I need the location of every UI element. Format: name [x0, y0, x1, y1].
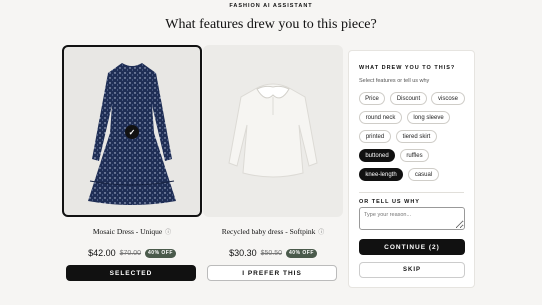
discount-badge: 40% OFF: [286, 248, 317, 258]
feature-panel: WHAT DREW YOU TO THIS? Select features o…: [348, 50, 475, 288]
reason-input[interactable]: [359, 207, 465, 230]
continue-button[interactable]: CONTINUE (2): [359, 239, 465, 255]
product-name: Mosaic Dress - Unique: [92, 227, 163, 236]
sale-price: $42.00: [88, 248, 116, 258]
chip-price[interactable]: Price: [359, 92, 385, 105]
product-image[interactable]: ✓: [62, 45, 202, 217]
chip-casual[interactable]: casual: [408, 168, 439, 181]
prefer-this-button[interactable]: I PREFER THIS: [207, 265, 337, 281]
original-price: $50.50: [260, 249, 283, 257]
chip-long-sleeve[interactable]: long sleeve: [407, 111, 450, 124]
chip-printed[interactable]: printed: [359, 130, 391, 143]
chip-knee-length[interactable]: knee-length: [359, 168, 403, 181]
or-tell-us-label: OR TELL US WHY: [359, 199, 420, 205]
info-icon[interactable]: ⓘ: [165, 230, 171, 236]
panel-subtitle: Select features or tell us why: [359, 78, 430, 84]
chip-round-neck[interactable]: round neck: [359, 111, 402, 124]
selected-button[interactable]: SELECTED: [66, 265, 196, 281]
chip-viscose[interactable]: viscose: [431, 92, 465, 105]
info-icon[interactable]: ⓘ: [318, 230, 324, 236]
original-price: $70.00: [119, 249, 142, 257]
panel-title: WHAT DREW YOU TO THIS?: [359, 65, 456, 71]
skip-button[interactable]: SKIP: [359, 262, 465, 278]
chip-discount[interactable]: Discount: [390, 92, 427, 105]
panel-divider: [359, 192, 464, 193]
white-dress-illustration: [228, 83, 318, 178]
product-card-baby-dress[interactable]: Recycled baby dress - Softpink ⓘ $30.30 …: [203, 45, 343, 281]
product-card-mosaic[interactable]: ✓ Mosaic Dress - Unique ⓘ $42.00 $70.00 …: [62, 45, 202, 281]
app-eyebrow: FASHION AI ASSISTANT: [229, 3, 313, 9]
selected-check-icon: ✓: [125, 125, 139, 139]
sale-price: $30.30: [229, 248, 257, 258]
chip-ruffles[interactable]: ruffles: [400, 149, 429, 162]
product-name: Recycled baby dress - Softpink: [221, 227, 316, 236]
discount-badge: 40% OFF: [145, 248, 176, 258]
price-row: $30.30 $50.50 40% OFF: [203, 248, 343, 258]
chip-tiered-skirt[interactable]: tiered skirt: [396, 130, 437, 143]
product-image[interactable]: [203, 45, 343, 217]
page-title: What features drew you to this piece?: [165, 17, 377, 32]
chip-buttoned[interactable]: buttoned: [359, 149, 395, 162]
price-row: $42.00 $70.00 40% OFF: [62, 248, 202, 258]
